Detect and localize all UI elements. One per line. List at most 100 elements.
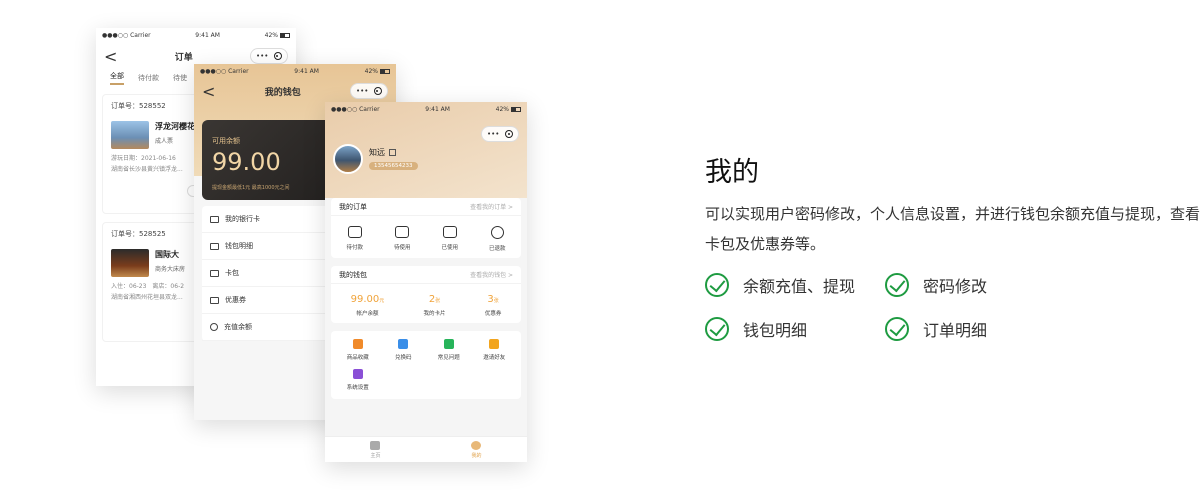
tool-label: 邀请好友 xyxy=(483,355,506,361)
more-icon[interactable]: ••• xyxy=(256,52,268,60)
card-icon xyxy=(210,215,219,223)
card-pack-icon xyxy=(210,269,219,277)
tool-icon xyxy=(352,369,363,379)
battery-icon xyxy=(280,32,290,38)
home-icon xyxy=(370,440,381,450)
product-name: 国际大 xyxy=(155,250,179,259)
tool-icon xyxy=(352,339,363,349)
battery-icon xyxy=(511,106,521,112)
status-bar: ●●●○○ Carrier 9:41 AM 42% xyxy=(96,28,296,42)
close-icon[interactable] xyxy=(273,52,282,60)
tab-bar: 主页 我的 xyxy=(325,436,527,462)
profile-phone-mockup: ●●●○○ Carrier 9:41 AM 42% ••• 知远 1354565… xyxy=(325,102,527,462)
user-icon xyxy=(471,440,482,450)
more-icon[interactable]: ••• xyxy=(356,87,368,95)
section-description: 可以实现用户密码修改，个人信息设置，并进行钱包余额充值与提现，查看卡包及优惠券等… xyxy=(705,205,1200,253)
my-orders-section: 我的订单 查看我的订单 > 待付款 待使用 已使用 已退款 xyxy=(331,198,521,258)
feature-list: 余额充值、提现 密码修改 钱包明细 订单明细 xyxy=(705,273,1200,341)
back-icon[interactable]: < xyxy=(104,47,117,66)
mini-program-capsule[interactable]: ••• xyxy=(349,83,388,99)
carrier-label: ●●●○○ Carrier xyxy=(331,105,380,113)
view-wallet-link[interactable]: 查看我的钱包 > xyxy=(470,270,513,279)
tool-icon xyxy=(398,339,409,349)
feature-item: 钱包明细 xyxy=(705,317,885,341)
tab-unpaid[interactable]: 待付款 xyxy=(138,73,159,83)
carrier-label: ●●●○○ Carrier xyxy=(200,67,249,75)
tool-icon xyxy=(443,339,454,349)
more-icon[interactable]: ••• xyxy=(487,130,499,138)
product-thumbnail xyxy=(111,121,149,149)
check-circle-icon xyxy=(885,317,909,341)
feature-item: 密码修改 xyxy=(885,273,1065,297)
tool-icon xyxy=(489,339,500,349)
tool-item[interactable]: 邀请好友 xyxy=(472,339,518,361)
section-title: 我的订单 xyxy=(339,202,367,211)
tool-item[interactable]: 系统设置 xyxy=(335,369,381,391)
product-name: 浮龙河樱花 xyxy=(155,122,195,131)
order-status-unused[interactable]: 待使用 xyxy=(394,226,411,252)
battery-label: 42% xyxy=(496,106,521,113)
my-wallet-section: 我的钱包 查看我的钱包 > 99.00元 帐户余额 2张 我的卡片 3张 优惠券 xyxy=(331,266,521,323)
check-circle-icon xyxy=(885,273,909,297)
carrier-label: ●●●○○ Carrier xyxy=(102,31,151,39)
check-circle-icon xyxy=(705,273,729,297)
mini-program-capsule[interactable]: ••• xyxy=(249,48,288,64)
stat-coupons[interactable]: 3张 优惠券 xyxy=(485,294,502,317)
page-title: 我的钱包 xyxy=(264,87,301,98)
stage: ●●●○○ Carrier 9:41 AM 42% < 订单 ••• 全部 待付… xyxy=(0,0,1200,498)
mini-program-capsule[interactable]: ••• xyxy=(481,126,519,142)
product-thumbnail xyxy=(111,249,149,277)
page-title: 订单 xyxy=(174,52,193,63)
tab-unused[interactable]: 待使 xyxy=(173,73,187,83)
wallet-icon xyxy=(210,242,219,250)
tool-item[interactable]: 兑换码 xyxy=(381,339,427,361)
battery-label: 42% xyxy=(265,32,290,39)
view-orders-link[interactable]: 查看我的订单 > xyxy=(470,202,513,211)
user-name: 知远 xyxy=(369,147,396,158)
envelope-icon xyxy=(442,226,457,238)
tool-item[interactable]: 商品收藏 xyxy=(335,339,381,361)
check-circle-icon xyxy=(705,317,729,341)
order-status-refunded[interactable]: 已退款 xyxy=(489,226,506,252)
stat-balance[interactable]: 99.00元 帐户余额 xyxy=(351,294,385,317)
feature-description: 我的 可以实现用户密码修改，个人信息设置，并进行钱包余额充值与提现，查看卡包及优… xyxy=(705,150,1200,341)
feature-item: 订单明细 xyxy=(885,317,1065,341)
qrcode-icon[interactable] xyxy=(389,149,396,156)
section-title: 我的钱包 xyxy=(339,270,367,279)
tools-section: 商品收藏 兑换码 常见问题 邀请好友系统设置 xyxy=(331,331,521,399)
tool-label: 商品收藏 xyxy=(346,355,369,361)
battery-icon xyxy=(380,68,390,74)
close-icon[interactable] xyxy=(373,87,382,95)
tab-home[interactable]: 主页 xyxy=(370,440,381,459)
recharge-icon xyxy=(210,323,218,331)
status-bar: ●●●○○ Carrier 9:41 AM 42% xyxy=(194,64,396,78)
back-icon[interactable]: < xyxy=(202,82,215,101)
product-type: 商务大床房 xyxy=(155,266,186,273)
tool-label: 系统设置 xyxy=(346,385,369,391)
tab-all[interactable]: 全部 xyxy=(110,71,124,85)
user-phone: 13545654233 xyxy=(369,162,418,170)
profile-header: ●●●○○ Carrier 9:41 AM 42% ••• 知远 1354565… xyxy=(325,102,527,198)
avatar[interactable] xyxy=(333,144,363,174)
product-type: 成人票 xyxy=(155,138,174,145)
time-label: 9:41 AM xyxy=(425,105,450,113)
coupon-icon xyxy=(210,296,219,304)
order-status-unpaid[interactable]: 待付款 xyxy=(346,226,363,252)
wallet-navbar: < 我的钱包 ••• xyxy=(194,78,396,104)
status-bar: ●●●○○ Carrier 9:41 AM 42% xyxy=(325,102,527,116)
section-heading: 我的 xyxy=(705,157,759,188)
feature-item: 余额充值、提现 xyxy=(705,273,885,297)
time-label: 9:41 AM xyxy=(195,31,220,39)
tools-grid: 商品收藏 兑换码 常见问题 邀请好友系统设置 xyxy=(331,331,521,399)
close-icon[interactable] xyxy=(505,130,513,138)
tab-me[interactable]: 我的 xyxy=(471,440,482,459)
wallet-icon xyxy=(347,226,362,238)
time-label: 9:41 AM xyxy=(294,67,319,75)
battery-label: 42% xyxy=(365,68,390,75)
ticket-icon xyxy=(395,226,410,238)
stat-cards[interactable]: 2张 我的卡片 xyxy=(424,294,446,317)
tool-item[interactable]: 常见问题 xyxy=(426,339,472,361)
tool-label: 常见问题 xyxy=(437,355,460,361)
order-status-used[interactable]: 已使用 xyxy=(441,226,458,252)
tool-label: 兑换码 xyxy=(394,355,412,361)
